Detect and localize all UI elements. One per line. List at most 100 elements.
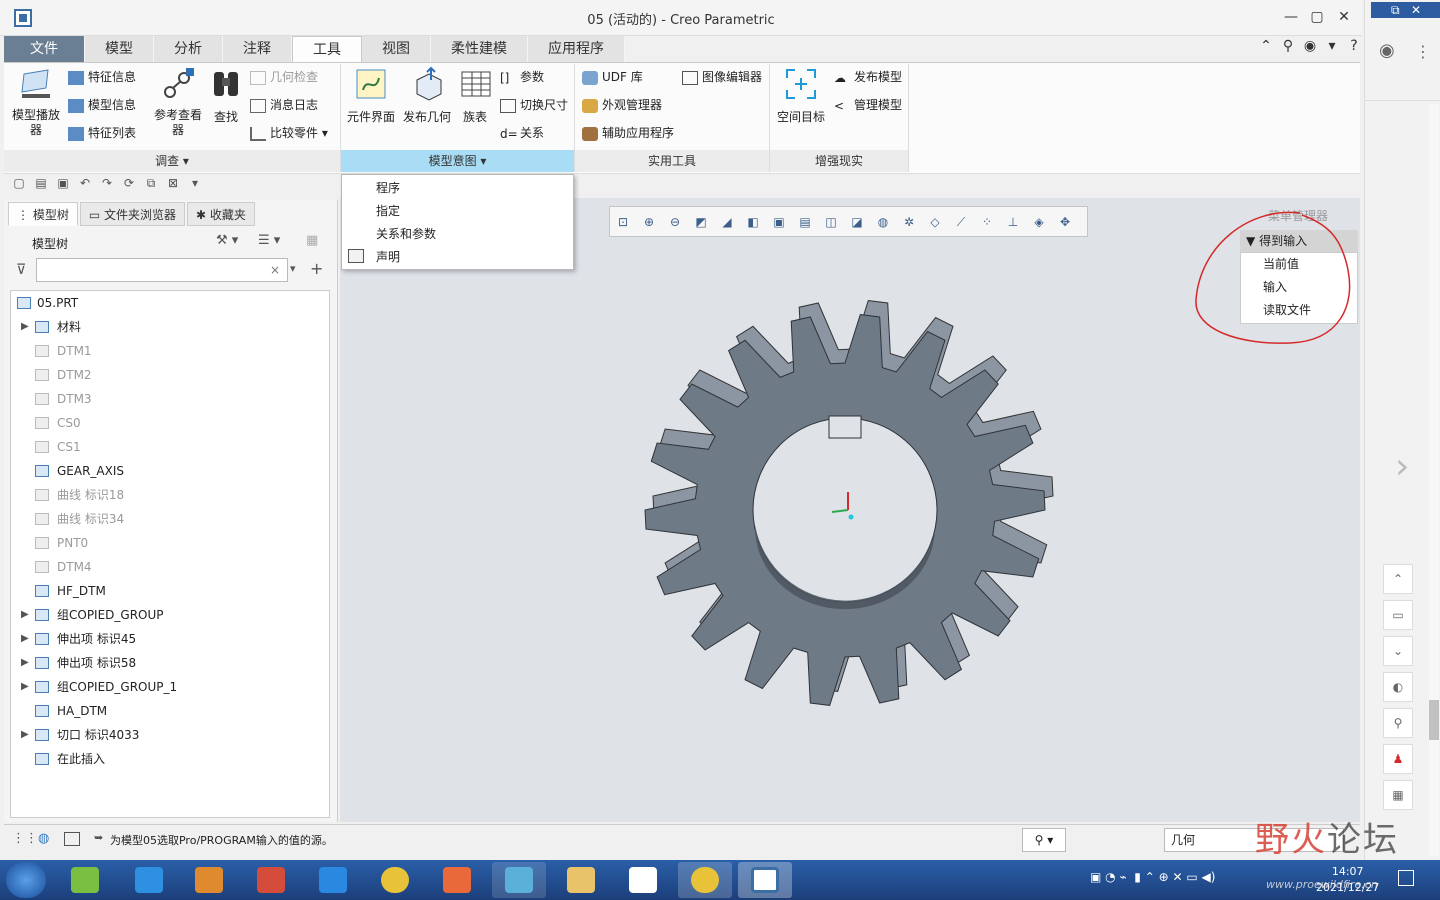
tab-folder-browser[interactable]: ▭ 文件夹浏览器: [79, 202, 186, 226]
taskbar-app-1[interactable]: [58, 862, 112, 898]
chevron-right-icon[interactable]: ›: [1395, 446, 1409, 487]
tab-flexible-modeling[interactable]: 柔性建模: [431, 36, 528, 62]
publish-geometry-button[interactable]: 发布几何: [400, 66, 454, 125]
find-dropdown[interactable]: ⚲ ▾: [1022, 828, 1066, 852]
tree-item[interactable]: DTM2: [11, 363, 329, 387]
component-interface-button[interactable]: 元件界面: [344, 66, 398, 125]
start-button[interactable]: [6, 862, 46, 898]
tree-item[interactable]: ▶ 切口 标识4033: [11, 723, 329, 747]
open-icon[interactable]: ▤: [30, 176, 52, 190]
user-icon[interactable]: ◉: [1379, 40, 1395, 61]
annotation-display-icon[interactable]: ✲: [896, 209, 922, 235]
tree-item[interactable]: 曲线 标识34: [11, 507, 329, 531]
taskbar-app-4[interactable]: [244, 862, 298, 898]
undo-icon[interactable]: ↶: [74, 176, 96, 190]
tree-item[interactable]: ▶ 组COPIED_GROUP_1: [11, 675, 329, 699]
expand-arrow-icon[interactable]: ▶: [21, 675, 31, 699]
regenerate-icon[interactable]: ⟳: [118, 176, 140, 190]
taskbar-app-10[interactable]: [616, 862, 670, 898]
community-icon[interactable]: ◉: [1299, 38, 1321, 54]
more-icon[interactable]: ⋮: [1415, 42, 1431, 61]
tab-view[interactable]: 视图: [362, 36, 431, 62]
csys-display-icon[interactable]: ⊥: [1000, 209, 1026, 235]
qr-code-icon[interactable]: ▦: [1383, 780, 1413, 810]
chevron-down-icon[interactable]: ▾: [1321, 38, 1343, 54]
help-icon[interactable]: ?: [1343, 38, 1365, 54]
filter-icon[interactable]: ⊽: [16, 262, 26, 278]
tree-item[interactable]: DTM1: [11, 339, 329, 363]
switch-dimensions-button[interactable]: 切换尺寸: [500, 96, 568, 120]
tree-item[interactable]: 在此插入: [11, 747, 329, 771]
qq-icon[interactable]: ♟: [1383, 744, 1413, 774]
gear-model[interactable]: [620, 300, 1080, 720]
taskbar-creo[interactable]: [738, 862, 792, 898]
taskbar-chrome[interactable]: [368, 862, 422, 898]
model-intent-group-label[interactable]: 模型意图 ▾: [341, 150, 574, 172]
windows-icon[interactable]: ⧉: [140, 176, 162, 191]
find-button[interactable]: 查找: [208, 66, 244, 125]
ar-group-label[interactable]: 增强现实: [770, 150, 908, 172]
scrollbar-thumb[interactable]: [1429, 700, 1439, 740]
expand-arrow-icon[interactable]: ▶: [21, 315, 31, 339]
view-manager-icon[interactable]: ▤: [792, 209, 818, 235]
image-editor-button[interactable]: 图像编辑器: [682, 68, 762, 92]
browser-toggle-icon[interactable]: ◍: [38, 831, 49, 846]
tree-columns-icon[interactable]: ▦: [306, 233, 318, 248]
search-options-icon[interactable]: ▾: [290, 262, 296, 275]
parameters-button[interactable]: [] 参数: [500, 68, 544, 92]
collapse-ribbon-icon[interactable]: ⌃: [1255, 38, 1277, 54]
taskbar-explorer[interactable]: [554, 862, 608, 898]
tree-item[interactable]: PNT0: [11, 531, 329, 555]
section-icon[interactable]: ◪: [844, 209, 870, 235]
close-button[interactable]: ✕: [1332, 6, 1356, 28]
tree-item[interactable]: DTM3: [11, 387, 329, 411]
tab-favorites[interactable]: ✱ 收藏夹: [187, 202, 255, 226]
expand-arrow-icon[interactable]: ▶: [21, 627, 31, 651]
tab-annotate[interactable]: 注释: [223, 36, 292, 62]
customize-icon[interactable]: ▾: [184, 176, 206, 190]
taskbar-app-8[interactable]: [492, 862, 546, 898]
feature-list-button[interactable]: 特征列表: [68, 124, 136, 148]
feature-info-button[interactable]: 特征信息: [68, 68, 136, 92]
geometry-check-button[interactable]: 几何检查: [250, 68, 318, 92]
tab-file[interactable]: 文件: [4, 36, 85, 62]
menu-item-designate[interactable]: 指定: [376, 200, 400, 222]
minimize-button[interactable]: —: [1279, 6, 1303, 28]
auxiliary-applications-button[interactable]: 辅助应用程序: [582, 124, 674, 148]
message-log-button[interactable]: 消息日志: [250, 96, 318, 120]
axis-display-icon[interactable]: ⟋: [948, 209, 974, 235]
tree-item[interactable]: CS1: [11, 435, 329, 459]
notification-icon[interactable]: [1398, 870, 1414, 886]
add-icon[interactable]: +: [310, 259, 323, 278]
taskbar-app-7[interactable]: [430, 862, 484, 898]
navigator-toggle-icon[interactable]: ⋮⋮: [12, 831, 38, 846]
tree-item[interactable]: HF_DTM: [11, 579, 329, 603]
plane-display-icon[interactable]: ◇: [922, 209, 948, 235]
scroll-top-icon[interactable]: ⌃: [1383, 564, 1413, 594]
refit-icon[interactable]: ⊡: [610, 209, 636, 235]
scrollbar[interactable]: [1429, 104, 1439, 856]
search-icon[interactable]: ⚲: [1277, 38, 1299, 54]
spatial-target-button[interactable]: 空间目标: [774, 66, 828, 125]
menu-item-relations-parameters[interactable]: 关系和参数: [376, 223, 436, 245]
chevron-down-icon[interactable]: ⌄: [1383, 636, 1413, 666]
tree-item[interactable]: CS0: [11, 411, 329, 435]
tree-item[interactable]: 曲线 标识18: [11, 483, 329, 507]
manage-models-button[interactable]: < 管理模型: [834, 96, 902, 120]
tree-item[interactable]: ▶ 伸出项 标识58: [11, 651, 329, 675]
tree-show-icon[interactable]: ☰ ▾: [258, 233, 280, 248]
perspective-icon[interactable]: ◫: [818, 209, 844, 235]
tree-item[interactable]: DTM4: [11, 555, 329, 579]
tab-applications[interactable]: 应用程序: [528, 36, 625, 62]
taskbar-media-player[interactable]: [182, 862, 236, 898]
contrast-icon[interactable]: ◐: [1383, 672, 1413, 702]
compare-part-button[interactable]: 比较零件 ▾: [250, 124, 328, 148]
search-icon[interactable]: ⚲: [1383, 708, 1413, 738]
zoom-in-icon[interactable]: ⊕: [636, 209, 662, 235]
expand-arrow-icon[interactable]: ▶: [21, 723, 31, 747]
tree-search-input[interactable]: [36, 258, 288, 282]
display-style-icon[interactable]: ◧: [740, 209, 766, 235]
taskbar-ie[interactable]: [122, 862, 176, 898]
appearance-manager-button[interactable]: 外观管理器: [582, 96, 662, 120]
model-player-button[interactable]: 模型播放器: [8, 66, 64, 138]
